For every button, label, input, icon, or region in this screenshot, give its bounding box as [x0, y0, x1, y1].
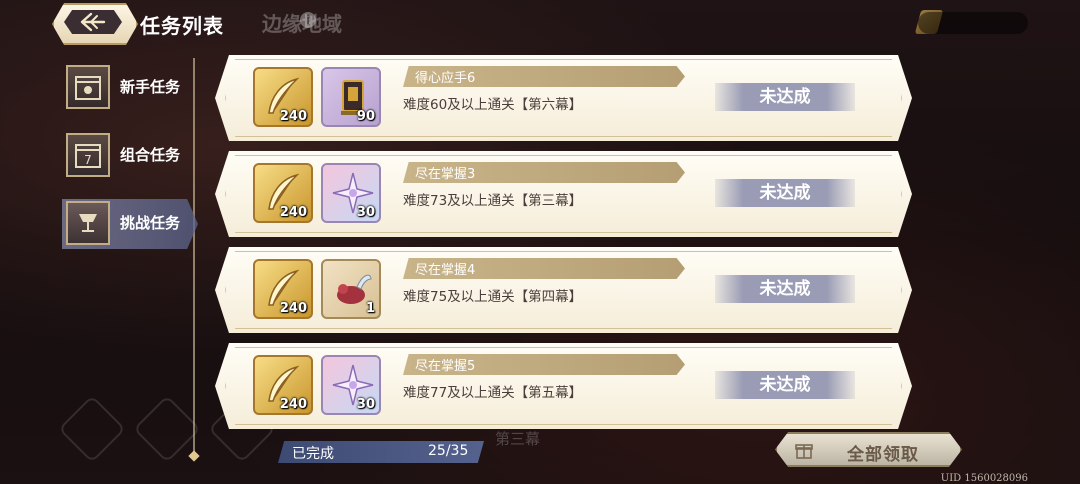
- page-title: 任务列表: [140, 14, 224, 38]
- reward-quantity: 240: [279, 301, 307, 316]
- tab-label: 新手任务: [120, 78, 181, 96]
- tab-beginner-missions[interactable]: 新手任务: [62, 63, 198, 113]
- gift-icon: [795, 444, 813, 459]
- reward-gold-feather[interactable]: 240: [253, 355, 313, 415]
- tab-challenge-missions[interactable]: 挑战任务: [62, 199, 198, 249]
- reward-quantity: 90: [356, 109, 375, 124]
- background-ghost-stage: 第三幕: [495, 430, 541, 448]
- mission-description: 难度73及以上通关【第三幕】: [403, 193, 583, 209]
- status-button[interactable]: 未达成: [715, 275, 855, 303]
- info-icon: i: [300, 12, 316, 28]
- calendar-7-icon: 7: [66, 133, 110, 177]
- back-arrow-icon: [80, 12, 106, 32]
- mission-card: 240 30 尽在掌握5 难度77及以上通关【第五幕】 未达成: [215, 343, 912, 429]
- reward-gold-feather[interactable]: 240: [253, 259, 313, 319]
- completion-count: 25/35: [428, 443, 469, 459]
- mission-name: 得心应手6: [415, 71, 476, 86]
- reward-star-crystal[interactable]: 30: [321, 355, 381, 415]
- sidebar-divider: [193, 58, 195, 456]
- reward-quantity: 240: [279, 397, 307, 412]
- reward-red-creature[interactable]: 1: [321, 259, 381, 319]
- mission-description: 难度75及以上通关【第四幕】: [403, 289, 583, 305]
- status-button[interactable]: 未达成: [715, 371, 855, 399]
- calendar-sun-icon: [66, 65, 110, 109]
- reward-quantity: 240: [279, 109, 307, 124]
- claim-all-label: 全部领取: [847, 445, 919, 465]
- reward-quantity: 240: [279, 205, 307, 220]
- mission-card: 240 30 尽在掌握3 难度73及以上通关【第三幕】 未达成: [215, 151, 912, 237]
- reward-quantity: 30: [356, 397, 375, 412]
- currency-display: [918, 12, 1028, 34]
- mission-name: 尽在掌握4: [415, 263, 476, 278]
- mission-description: 难度60及以上通关【第六幕】: [403, 97, 583, 113]
- mission-card: 240 90 得心应手6 难度60及以上通关【第六幕】 未达成: [215, 55, 912, 141]
- calendar-day-number: 7: [84, 153, 92, 167]
- status-button[interactable]: 未达成: [715, 83, 855, 111]
- reward-star-crystal[interactable]: 30: [321, 163, 381, 223]
- status-button[interactable]: 未达成: [715, 179, 855, 207]
- reward-quantity: 30: [356, 205, 375, 220]
- mission-description: 难度77及以上通关【第五幕】: [403, 385, 583, 401]
- tab-label: 组合任务: [120, 146, 181, 164]
- mission-name: 尽在掌握5: [415, 359, 476, 374]
- mission-card: 240 1 尽在掌握4 难度75及以上通关【第四幕】 未达成: [215, 247, 912, 333]
- completion-label: 已完成: [292, 446, 334, 462]
- chalice-icon: [66, 201, 110, 245]
- user-id: UID 1560028096: [940, 473, 1028, 484]
- claim-all-button[interactable]: 全部领取: [775, 432, 962, 467]
- reward-gold-feather[interactable]: 240: [253, 67, 313, 127]
- reward-plaque-item[interactable]: 90: [321, 67, 381, 127]
- mission-name: 尽在掌握3: [415, 167, 476, 182]
- tab-label: 挑战任务: [120, 214, 181, 232]
- reward-gold-feather[interactable]: 240: [253, 163, 313, 223]
- back-button[interactable]: [52, 3, 138, 45]
- reward-quantity: 1: [365, 301, 375, 316]
- tab-combo-missions[interactable]: 7 组合任务: [62, 131, 198, 181]
